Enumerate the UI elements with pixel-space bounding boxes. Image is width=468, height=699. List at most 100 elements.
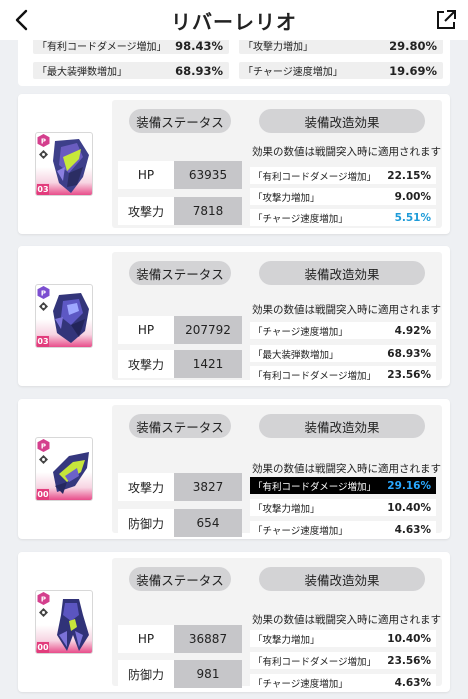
equipment-level: 00 xyxy=(37,489,49,500)
effect-value: 68.93% xyxy=(387,347,431,360)
equipment-level: 00 xyxy=(37,642,49,653)
stat-label: 攻撃力 xyxy=(118,473,174,501)
effect-value: 29.16% xyxy=(387,479,431,492)
equipment-thumbnail[interactable]: P 00 xyxy=(35,437,93,501)
summary-label: 「攻撃力増加」 xyxy=(243,42,313,53)
burst-mark-icon xyxy=(39,302,48,311)
effect-value: 23.56% xyxy=(387,368,431,381)
effect-value: 10.40% xyxy=(387,632,431,645)
svg-text:P: P xyxy=(41,595,46,603)
equipment-detail-panel: 装備ステータス 装備改造効果 攻撃力 3827 防御力 654 効果の数値は戦闘… xyxy=(112,405,442,538)
mod-effect-row: 「攻撃力増加」 10.40% xyxy=(250,630,436,647)
svg-text:P: P xyxy=(41,137,46,145)
effect-note: 効果の数値は戦闘突入時に適用されます xyxy=(252,614,441,626)
effect-label: 「攻撃力増加」 xyxy=(253,192,320,204)
summary-value: 29.80% xyxy=(389,38,437,53)
mod-effect-row: 「チャージ速度増加」 4.63% xyxy=(250,674,436,691)
summary-value: 19.69% xyxy=(389,63,437,78)
effect-label: 「有利コードダメージ増加」 xyxy=(253,481,377,493)
stat-label: 防御力 xyxy=(118,509,174,537)
svg-text:P: P xyxy=(41,289,46,297)
equipment-thumbnail[interactable]: P 03 xyxy=(35,132,93,196)
effect-value: 9.00% xyxy=(394,190,431,203)
mod-effect-row: 「攻撃力増加」 9.00% xyxy=(250,188,436,205)
equipment-mod-effect-tab[interactable]: 装備改造効果 xyxy=(259,261,425,285)
equipment-card[interactable]: P 03 装備ステータス 装備改造効果 HP 207792 攻撃力 1421 効… xyxy=(18,246,450,386)
summary-label: 「有利コードダメージ増加」 xyxy=(37,42,167,53)
stat-value: 36887 xyxy=(174,625,242,653)
mod-effect-row: 「最大装弾数増加」 68.93% xyxy=(250,345,436,362)
effect-label: 「最大装弾数増加」 xyxy=(253,349,339,361)
back-arrow-icon xyxy=(15,9,28,31)
mod-effect-row: 「攻撃力増加」 10.40% xyxy=(250,499,436,516)
effect-label: 「攻撃力増加」 xyxy=(253,503,320,515)
effect-note: 効果の数値は戦闘突入時に適用されます xyxy=(252,304,441,316)
equipment-card[interactable]: P 00 装備ステータス 装備改造効果 HP 36887 防御力 981 効果の… xyxy=(18,552,450,692)
equipment-armor-image xyxy=(53,452,89,494)
equipment-status-tab[interactable]: 装備ステータス xyxy=(129,261,231,285)
app-header: リバーレリオ xyxy=(0,0,468,40)
summary-label: 「チャージ速度増加」 xyxy=(243,67,343,78)
effect-value: 4.63% xyxy=(394,523,431,536)
mod-effect-row: 「チャージ速度増加」 4.63% xyxy=(250,521,436,538)
stat-value: 1421 xyxy=(174,350,242,378)
stat-label: HP xyxy=(118,625,174,653)
effect-label: 「チャージ速度増加」 xyxy=(253,525,348,537)
share-button[interactable] xyxy=(434,8,458,32)
equipment-detail-panel: 装備ステータス 装備改造効果 HP 63935 攻撃力 7818 効果の数値は戦… xyxy=(112,100,442,228)
effect-value: 23.56% xyxy=(387,654,431,667)
equipment-detail-panel: 装備ステータス 装備改造効果 HP 36887 防御力 981 効果の数値は戦闘… xyxy=(112,558,442,691)
mod-effect-row: 「チャージ速度増加」 5.51% xyxy=(250,209,436,226)
equipment-level: 03 xyxy=(37,184,49,195)
equipment-status-tab[interactable]: 装備ステータス xyxy=(129,109,231,133)
share-icon xyxy=(437,10,456,29)
effect-value: 4.92% xyxy=(394,324,431,337)
summary-item: 「最大装弾数増加」 68.93% xyxy=(33,62,229,79)
equipment-card[interactable]: P 00 装備ステータス 装備改造効果 攻撃力 3827 防御力 654 効果の… xyxy=(18,399,450,539)
stat-label: HP xyxy=(118,161,174,189)
equipment-mod-effect-tab[interactable]: 装備改造効果 xyxy=(259,109,425,133)
mod-effect-row: 「チャージ速度増加」 4.92% xyxy=(250,322,436,339)
stat-label: 攻撃力 xyxy=(118,197,174,225)
page-title: リバーレリオ xyxy=(171,9,297,34)
burst-mark-icon xyxy=(39,455,48,464)
equipment-thumbnail[interactable]: P 00 xyxy=(35,590,93,654)
equipment-status-tab[interactable]: 装備ステータス xyxy=(129,414,231,438)
summary-panel: 「有利コードダメージ増加」 98.43% 「攻撃力増加」 29.80% 「最大装… xyxy=(18,37,450,86)
equipment-thumbnail[interactable]: P 03 xyxy=(35,284,93,348)
mod-effect-row: 「有利コードダメージ増加」 23.56% xyxy=(250,366,436,383)
equipment-level: 03 xyxy=(37,336,49,347)
stat-value: 654 xyxy=(174,509,242,537)
effect-note: 効果の数値は戦闘突入時に適用されます xyxy=(252,146,441,158)
stat-value: 3827 xyxy=(174,473,242,501)
back-button[interactable] xyxy=(8,6,34,34)
equipment-mod-effect-tab[interactable]: 装備改造効果 xyxy=(259,414,425,438)
stat-value: 981 xyxy=(174,660,242,688)
mod-effect-row-highlighted: 「有利コードダメージ増加」 29.16% xyxy=(250,477,436,494)
effect-value: 4.63% xyxy=(394,676,431,689)
burst-mark-icon xyxy=(39,150,48,159)
effect-label: 「チャージ速度増加」 xyxy=(253,678,348,690)
stat-label: HP xyxy=(118,316,174,344)
effect-label: 「有利コードダメージ増加」 xyxy=(253,171,377,183)
stat-label: 防御力 xyxy=(118,660,174,688)
effect-label: 「チャージ速度増加」 xyxy=(253,213,348,225)
stat-label: 攻撃力 xyxy=(118,350,174,378)
svg-text:P: P xyxy=(41,442,46,450)
equipment-mod-effect-tab[interactable]: 装備改造効果 xyxy=(259,567,425,591)
mod-effect-row: 「有利コードダメージ増加」 23.56% xyxy=(250,652,436,669)
effect-label: 「攻撃力増加」 xyxy=(253,634,320,646)
stat-value: 207792 xyxy=(174,316,242,344)
summary-value: 98.43% xyxy=(175,38,223,53)
summary-item: 「チャージ速度増加」 19.69% xyxy=(239,62,443,79)
equipment-armor-image xyxy=(57,599,89,651)
stat-value: 63935 xyxy=(174,161,242,189)
effect-label: 「有利コードダメージ増加」 xyxy=(253,370,377,382)
effect-value: 5.51% xyxy=(394,211,431,224)
equipment-status-tab[interactable]: 装備ステータス xyxy=(129,567,231,591)
equipment-card[interactable]: P 03 装備ステータス 装備改造効果 HP 63935 攻撃力 7818 効果… xyxy=(18,94,450,234)
equipment-armor-image xyxy=(53,139,89,193)
equipment-detail-panel: 装備ステータス 装備改造効果 HP 207792 攻撃力 1421 効果の数値は… xyxy=(112,252,442,383)
summary-label: 「最大装弾数増加」 xyxy=(37,67,127,78)
mod-effect-row: 「有利コードダメージ増加」 22.15% xyxy=(250,167,436,184)
